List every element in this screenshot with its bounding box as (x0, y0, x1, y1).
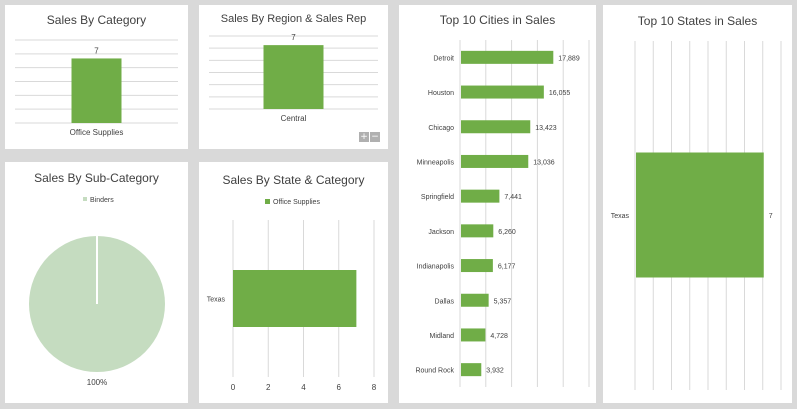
data-label: 13,423 (535, 125, 557, 132)
panel-top-10-cities[interactable]: Top 10 Cities in Sales Detroit 17,889 Hous… (399, 5, 596, 403)
category-label: Texas (611, 213, 630, 220)
data-label: 7 (291, 33, 296, 42)
bar (636, 152, 764, 278)
category-label: Texas (207, 297, 226, 304)
bar (461, 154, 529, 168)
chart-top-10-cities: Detroit 17,889 Houston 16,055 Chicago 13,423 M… (415, 40, 590, 387)
tick-label: 0 (231, 383, 236, 392)
bar (461, 85, 544, 99)
bar (461, 224, 494, 238)
category-label: Jackson (428, 229, 454, 236)
legend-swatch (265, 199, 270, 204)
category-label: Office Supplies (70, 128, 124, 137)
data-label: 7,441 (504, 194, 522, 201)
category-label: Midland (429, 333, 454, 340)
data-label: 5,357 (494, 298, 512, 305)
data-label: 13,036 (533, 159, 555, 166)
category-label: Round Rock (415, 368, 454, 375)
legend-label: Office Supplies (273, 199, 320, 206)
data-label: 7 (769, 213, 773, 220)
category-label: Dallas (435, 298, 455, 305)
category-label: Springfield (421, 194, 454, 201)
bar (461, 293, 489, 307)
category-label: Chicago (428, 125, 454, 132)
category-label: Houston (428, 90, 454, 97)
category-label: Indianapolis (417, 264, 455, 271)
tick-label: 6 (337, 383, 342, 392)
data-label: 3,932 (486, 368, 504, 375)
panel-sales-by-state-category[interactable]: Sales By State & Category Office Supplie… (199, 162, 388, 403)
bar (71, 58, 122, 123)
tick-label: 2 (266, 383, 271, 392)
legend-swatch (83, 197, 87, 201)
collapse-field-button[interactable]: − (370, 132, 380, 142)
tick-label: 4 (301, 383, 306, 392)
panel-sales-by-region[interactable]: Sales By Region & Sales Rep 7 Central + − (199, 5, 388, 149)
data-label: 100% (87, 378, 107, 387)
panel-top-10-states[interactable]: Top 10 States in Sales Texas 7 (603, 5, 792, 403)
category-label: Detroit (433, 55, 454, 62)
chart-sales-by-state-category: Office Supplies 0 2 4 6 8 Texas (207, 199, 377, 392)
data-label: 17,889 (558, 55, 580, 62)
category-label: Minneapolis (417, 159, 455, 166)
category-label: Central (281, 114, 307, 123)
panel-sales-by-subcategory[interactable]: Sales By Sub-Category Binders 100% (5, 162, 188, 403)
bar (461, 328, 486, 342)
bar (263, 45, 324, 109)
bar (461, 259, 493, 273)
data-label: 16,055 (549, 90, 571, 97)
data-label: 4,728 (490, 333, 508, 340)
panel-sales-by-category[interactable]: Sales By Category 7 Office Supplies (5, 5, 188, 149)
bar (233, 270, 357, 327)
chart-top-10-states: Texas 7 (611, 41, 782, 390)
bar (461, 120, 531, 134)
tick-label: 8 (372, 383, 377, 392)
data-label: 7 (94, 46, 99, 55)
bar (461, 50, 554, 64)
chart-sales-by-region: 7 Central (209, 33, 378, 123)
bar (461, 363, 482, 377)
expand-field-button[interactable]: + (359, 132, 369, 142)
chart-sales-by-category: 7 Office Supplies (15, 39, 178, 137)
data-label: 6,177 (498, 264, 516, 271)
legend-label: Binders (90, 197, 114, 204)
bar (461, 189, 500, 203)
chart-sales-by-subcategory: Binders 100% (29, 197, 165, 387)
data-label: 6,260 (498, 229, 516, 236)
